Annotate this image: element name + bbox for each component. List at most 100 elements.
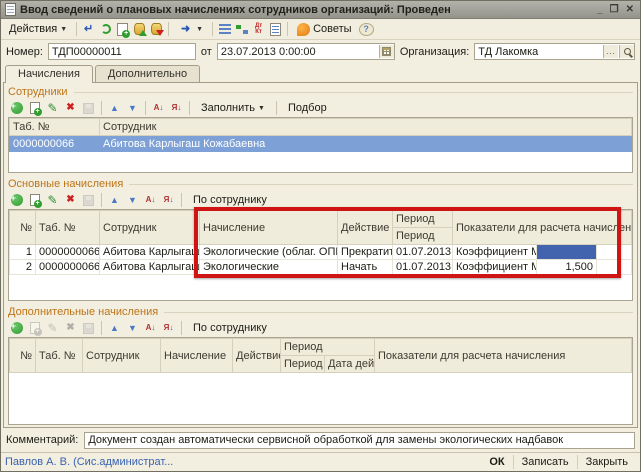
col-header-action[interactable]: Действие — [338, 211, 393, 245]
move-down-icon[interactable]: ▼ — [125, 193, 140, 208]
date-field[interactable]: 23.07.2013 0:00:00 — [217, 43, 395, 60]
separator — [145, 101, 146, 115]
unpost-document-icon[interactable] — [149, 22, 164, 37]
col-header-accrual[interactable]: Начисление — [200, 211, 338, 245]
minimize-icon[interactable]: _ — [597, 4, 603, 15]
close-icon[interactable]: ✕ — [626, 4, 634, 15]
edit-row-icon[interactable]: ✎ — [45, 101, 60, 116]
separator — [101, 321, 102, 335]
by-employee-button[interactable]: По сотруднику — [187, 193, 273, 207]
table-row[interactable]: 2 0000000066 Абитова Карлыгаш К... Эколо… — [10, 260, 632, 275]
separator — [287, 22, 288, 36]
separator — [168, 22, 169, 36]
maximize-icon[interactable]: ❒ — [610, 4, 619, 15]
title-bar[interactable]: Ввод сведений о плановых начислениях сот… — [1, 1, 640, 19]
save-icon[interactable] — [81, 101, 96, 116]
number-field[interactable]: ТДП00000011 — [48, 43, 196, 60]
col-header-indicators[interactable]: Показатели для расчета начисления — [375, 339, 632, 373]
post-and-close-icon[interactable]: ↵ — [81, 22, 96, 37]
employee-row[interactable]: 0000000066 Абитова Карлыгаш Кожабаевна — [10, 136, 632, 152]
col-header-tab-no[interactable]: Таб. № — [10, 119, 100, 136]
sort-desc-icon[interactable]: Я↓ — [161, 321, 176, 336]
write-button[interactable]: Записать — [513, 455, 577, 469]
col-header-tab-no[interactable]: Таб. № — [36, 339, 83, 373]
from-label: от — [201, 46, 212, 58]
sort-asc-icon[interactable]: А↓ — [143, 321, 158, 336]
document-structure-icon[interactable] — [234, 22, 249, 37]
new-copy-icon[interactable]: + — [115, 22, 130, 37]
col-header-period[interactable]: Период — [393, 228, 453, 245]
move-up-icon[interactable]: ▲ — [107, 193, 122, 208]
move-down-icon[interactable]: ▼ — [125, 321, 140, 336]
col-header-employee[interactable]: Сотрудник — [83, 339, 161, 373]
col-header-indicators[interactable]: Показатели для расчета начисления — [453, 211, 632, 245]
dt-kt-postings-icon[interactable]: ДтКт — [251, 22, 266, 37]
search-icon[interactable] — [619, 45, 634, 58]
calendar-icon[interactable] — [379, 45, 394, 58]
help-icon[interactable]: ? — [359, 23, 374, 36]
additional-accruals-table: № Таб. № Сотрудник Начисление Действие П… — [8, 337, 633, 425]
move-up-icon[interactable]: ▲ — [107, 321, 122, 336]
responsible-user-link[interactable]: Павлов А. В. (Сис.администрат... — [5, 456, 481, 468]
col-header-employee[interactable]: Сотрудник — [100, 119, 632, 136]
col-header-accrual[interactable]: Начисление — [161, 339, 233, 373]
ok-button[interactable]: ОК — [481, 455, 512, 469]
col-header-action-date[interactable]: Дата дейст... — [325, 356, 375, 373]
by-employee-button[interactable]: По сотруднику — [187, 321, 273, 335]
edit-row-icon[interactable]: ✎ — [45, 321, 60, 336]
delete-row-icon[interactable]: ✖ — [63, 321, 78, 336]
add-row-icon[interactable]: + — [9, 321, 24, 336]
additional-accruals-toolbar: + + ✎ ✖ ▲ ▼ А↓ Я↓ По сотруднику — [8, 319, 633, 337]
organization-field[interactable]: ТД Лакомка ... — [474, 43, 635, 60]
status-bar: Павлов А. В. (Сис.администрат... ОК Запи… — [1, 452, 640, 471]
save-icon[interactable] — [81, 193, 96, 208]
copy-row-icon[interactable]: + — [27, 321, 42, 336]
post-document-icon[interactable] — [132, 22, 147, 37]
choose-icon[interactable]: ... — [603, 45, 618, 58]
sort-asc-icon[interactable]: А↓ — [143, 193, 158, 208]
sort-asc-icon[interactable]: А↓ — [151, 101, 166, 116]
main-accruals-toolbar: + + ✎ ✖ ▲ ▼ А↓ Я↓ По сотруднику — [8, 191, 633, 209]
add-row-icon[interactable]: + — [9, 101, 24, 116]
selected-cell[interactable] — [537, 245, 597, 260]
go-to-button[interactable]: ➜ ▼ — [173, 20, 208, 39]
sort-desc-icon[interactable]: Я↓ — [169, 101, 184, 116]
close-button[interactable]: Закрыть — [577, 455, 636, 469]
sort-desc-icon[interactable]: Я↓ — [161, 193, 176, 208]
document-header-fields: Номер: ТДП00000011 от 23.07.2013 0:00:00… — [1, 40, 640, 63]
add-row-icon[interactable]: + — [9, 193, 24, 208]
comment-label: Комментарий: — [6, 434, 78, 446]
pick-button[interactable]: Подбор — [282, 101, 333, 115]
col-header-period-group[interactable]: Период — [393, 211, 453, 228]
actions-menu-button[interactable]: Действия ▼ — [4, 21, 72, 37]
col-header-num[interactable]: № — [10, 339, 36, 373]
col-header-employee[interactable]: Сотрудник — [100, 211, 200, 245]
refresh-icon[interactable] — [98, 22, 113, 37]
movement-report-icon[interactable] — [268, 22, 283, 37]
move-down-icon[interactable]: ▼ — [125, 101, 140, 116]
edit-row-icon[interactable]: ✎ — [45, 193, 60, 208]
col-header-tab-no[interactable]: Таб. № — [36, 211, 100, 245]
document-window: Ввод сведений о плановых начислениях сот… — [0, 0, 641, 472]
document-icon — [5, 3, 16, 16]
delete-row-icon[interactable]: ✖ — [63, 193, 78, 208]
tips-button[interactable]: Советы — [292, 21, 356, 38]
save-icon[interactable] — [81, 321, 96, 336]
col-header-num[interactable]: № — [10, 211, 36, 245]
fill-button[interactable]: Заполнить ▼ — [195, 101, 271, 115]
col-header-period[interactable]: Период — [281, 356, 325, 373]
organization-label: Организация: — [400, 46, 469, 58]
col-header-period-group[interactable]: Период — [281, 339, 375, 356]
delete-row-icon[interactable]: ✖ — [63, 101, 78, 116]
comment-field[interactable]: Документ создан автоматически сервисной … — [84, 432, 635, 449]
copy-row-icon[interactable]: + — [27, 101, 42, 116]
table-row[interactable]: 1 0000000066 Абитова Карлыгаш К... Эколо… — [10, 245, 632, 260]
col-header-action[interactable]: Действие — [233, 339, 281, 373]
move-up-icon[interactable]: ▲ — [107, 101, 122, 116]
separator — [101, 193, 102, 207]
tab-additional[interactable]: Дополнительно — [95, 65, 200, 82]
tab-accruals[interactable]: Начисления — [5, 65, 93, 83]
document-list-icon[interactable] — [217, 22, 232, 37]
copy-row-icon[interactable]: + — [27, 193, 42, 208]
additional-accruals-section-title: Дополнительные начисления — [8, 305, 633, 319]
